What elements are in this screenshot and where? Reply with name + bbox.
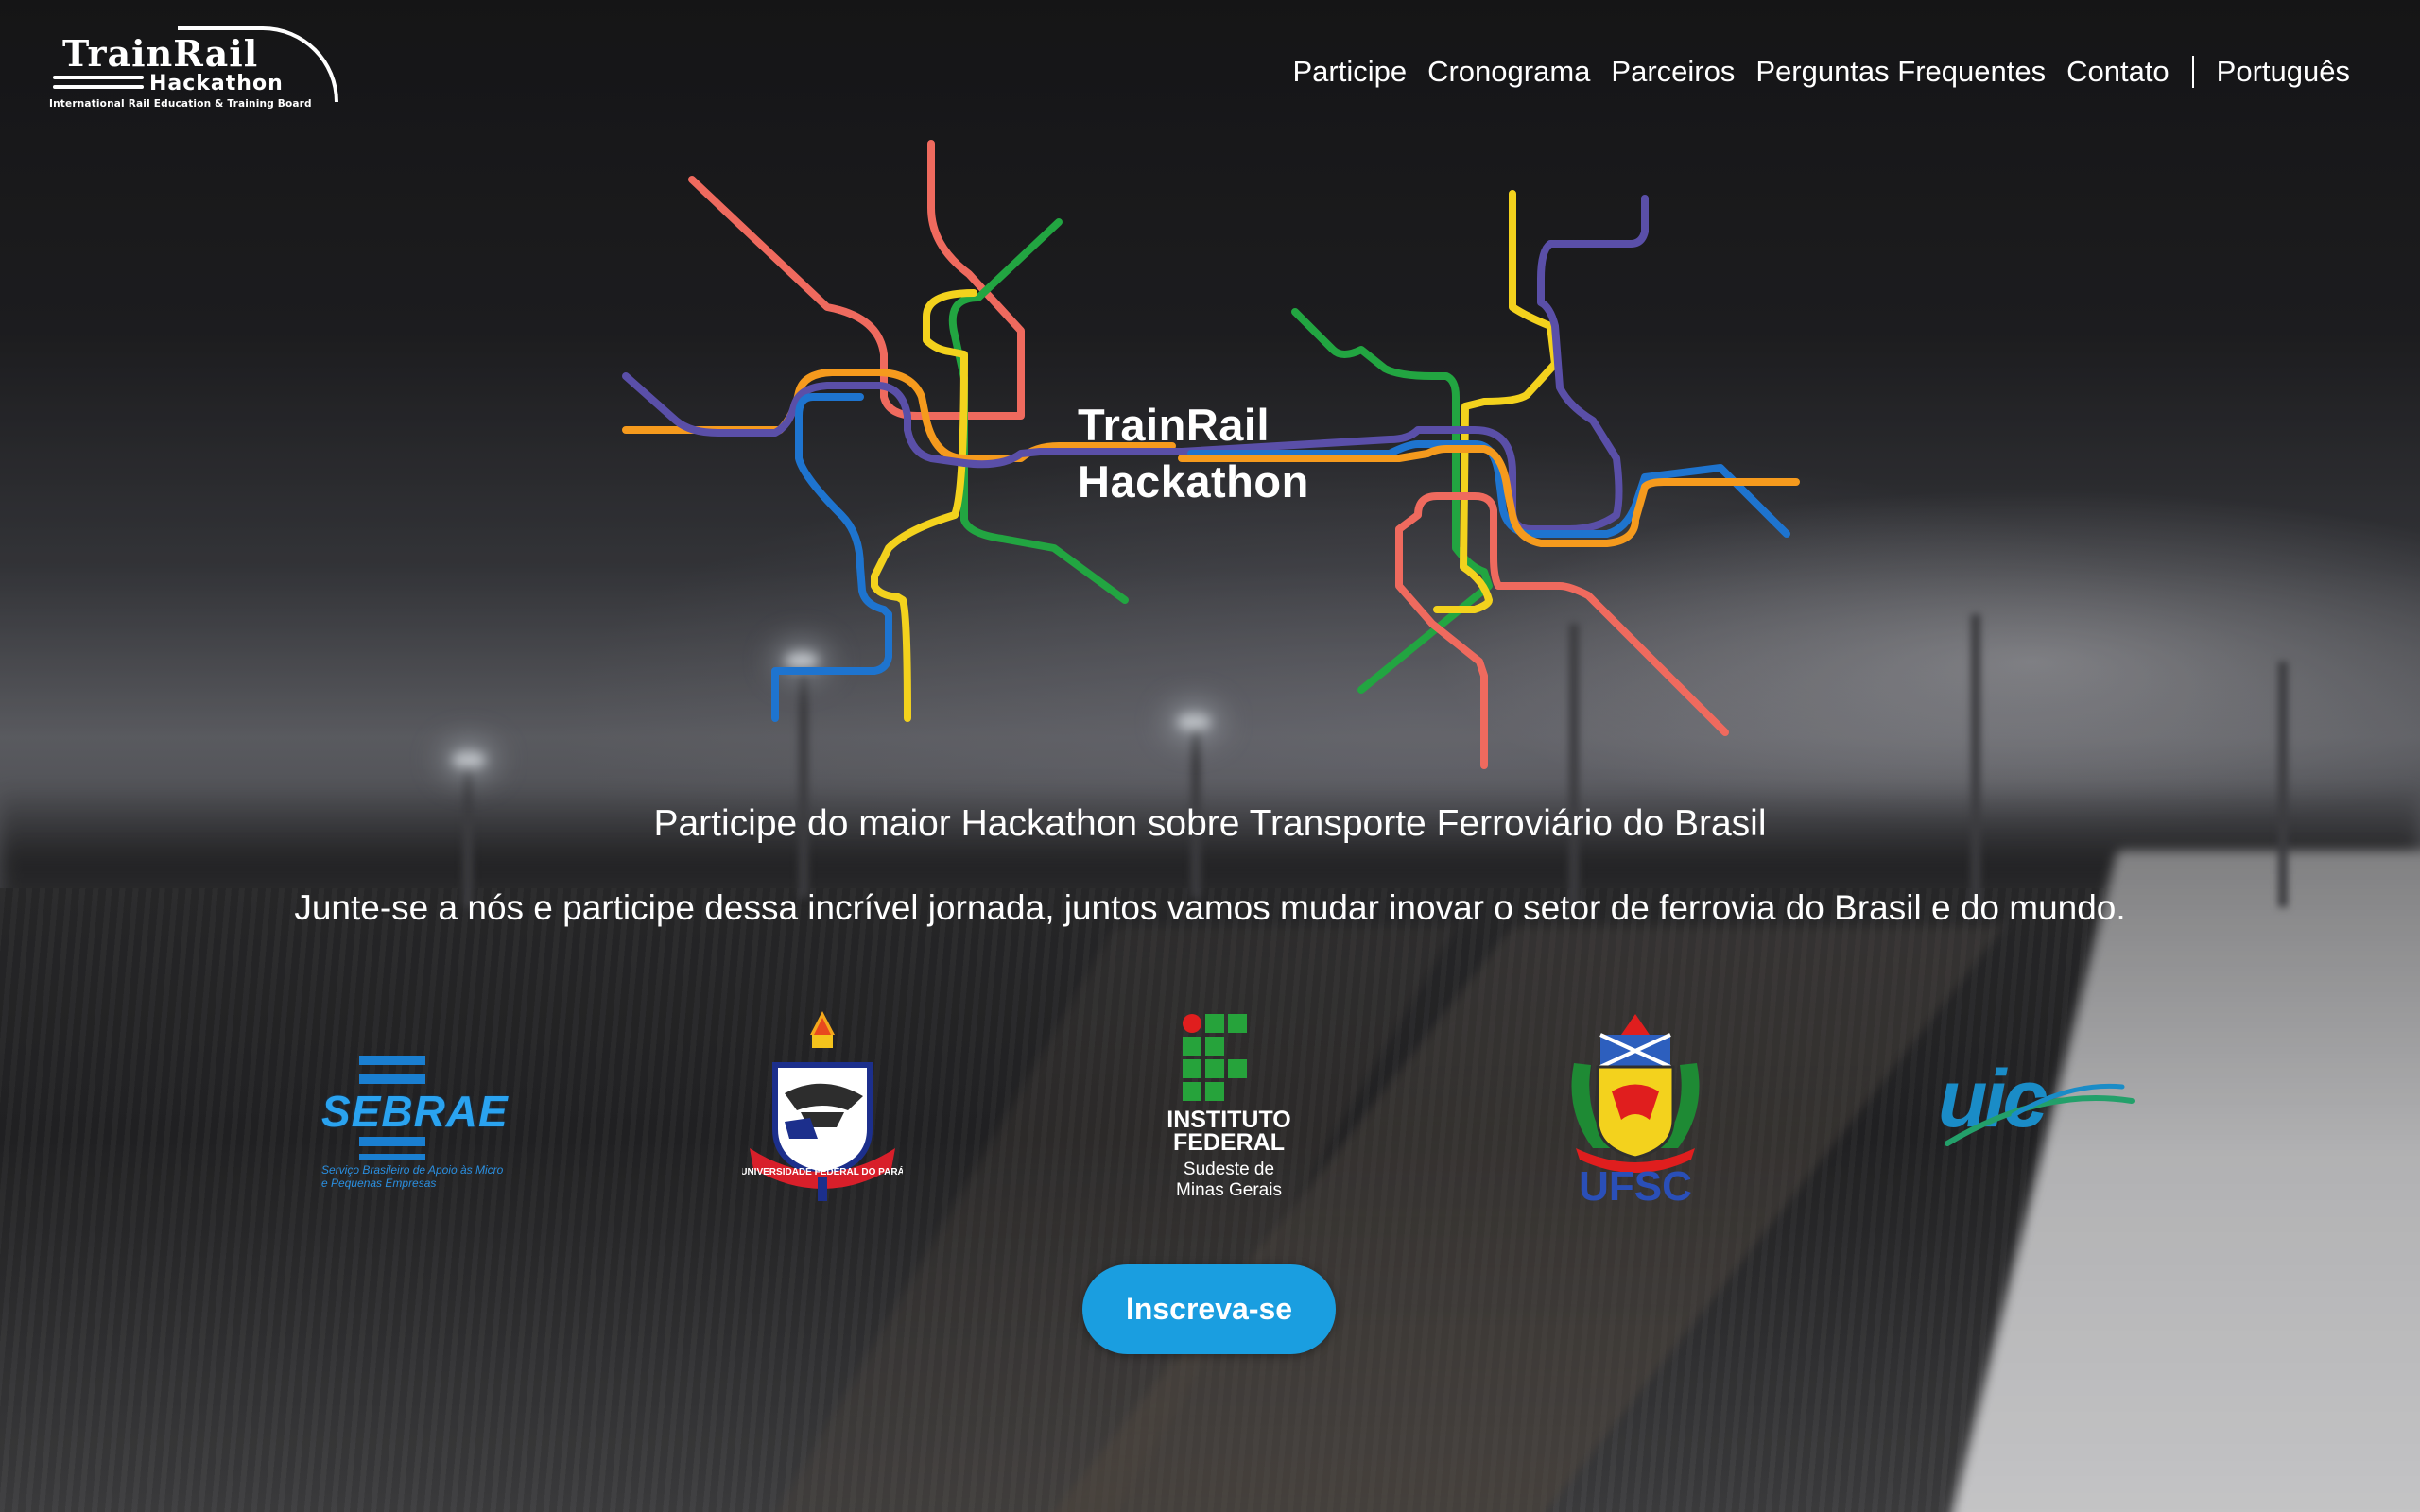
sebrae-tagline: Serviço Brasileiro de Apoio às Micro e P… [321, 1163, 504, 1190]
inscreva-se-button[interactable]: Inscreva-se [1082, 1264, 1336, 1354]
site-header: TrainRail Hackathon International Rail E… [0, 0, 2420, 142]
if-campus-line2: Minas Gerais [1176, 1180, 1282, 1200]
hero-title-line2: Hackathon [1078, 456, 1309, 507]
ufpa-banner-text: UNIVERSIDADE FEDERAL DO PARÁ [742, 1165, 903, 1177]
logo-title: TrainRail [62, 32, 259, 75]
if-name: INSTITUTO FEDERAL [1149, 1107, 1309, 1156]
if-campus-line1: Sudeste de [1183, 1160, 1275, 1179]
nav-parceiros[interactable]: Parceiros [1611, 55, 1735, 89]
nav-perguntas-frequentes[interactable]: Perguntas Frequentes [1755, 55, 2046, 89]
hero-title-line1: TrainRail [1078, 400, 1270, 450]
uic-logo-icon: uic [1938, 1054, 2135, 1146]
nav-participe[interactable]: Participe [1292, 55, 1407, 89]
partner-sebrae-logo[interactable]: SEBRAE Serviço Brasileiro de Apoio às Mi… [284, 1002, 529, 1210]
hero-title: TrainRail Hackathon [1078, 397, 1309, 510]
if-campus: Sudeste de Minas Gerais [1149, 1160, 1309, 1201]
partner-ufsc-logo[interactable]: UFSC [1541, 1002, 1730, 1210]
nav-divider [2191, 56, 2194, 88]
partner-ufpa-logo[interactable]: UNIVERSIDADE FEDERAL DO PARÁ [728, 1002, 917, 1210]
nav-contato[interactable]: Contato [2066, 55, 2169, 89]
hero-tagline: Junte-se a nós e participe dessa incríve… [294, 888, 2126, 927]
uic-wordmark: uic [1938, 1054, 2047, 1144]
if-name-line1: INSTITUTO [1167, 1107, 1291, 1133]
trainrail-logo[interactable]: TrainRail Hackathon International Rail E… [45, 26, 338, 113]
if-name-line2: FEDERAL [1172, 1129, 1286, 1156]
partner-uic-logo[interactable]: uic [1928, 1002, 2146, 1210]
metro-line-green [1291, 308, 1493, 694]
if-logo: INSTITUTO FEDERAL Sudeste de Minas Gerai… [1149, 1006, 1309, 1205]
ufsc-crest-icon: UFSC [1571, 1014, 1700, 1205]
ufpa-crest-icon: UNIVERSIDADE FEDERAL DO PARÁ [742, 1011, 903, 1201]
language-selector[interactable]: Português [2217, 55, 2350, 89]
sebrae-wordmark: SEBRAE [321, 1087, 509, 1136]
partner-if-logo[interactable]: INSTITUTO FEDERAL Sudeste de Minas Gerai… [1134, 1002, 1323, 1210]
logo-rule [53, 76, 144, 79]
ufsc-wordmark: UFSC [1579, 1163, 1692, 1205]
partners-row: SEBRAE Serviço Brasileiro de Apoio às Mi… [284, 1002, 2136, 1210]
nav-cronograma[interactable]: Cronograma [1427, 55, 1590, 89]
if-squares-icon [1183, 1014, 1249, 1105]
logo-subtitle: Hackathon [149, 72, 284, 95]
logo-tagline: International Rail Education & Training … [49, 98, 312, 110]
sebrae-logo: SEBRAE Serviço Brasileiro de Apoio às Mi… [293, 1025, 520, 1190]
logo-rule [53, 85, 144, 89]
metro-line-blue [771, 393, 892, 722]
hero-subtitle: Participe do maior Hackathon sobre Trans… [653, 803, 1767, 844]
main-nav: Participe Cronograma Parceiros Perguntas… [1292, 49, 2350, 94]
